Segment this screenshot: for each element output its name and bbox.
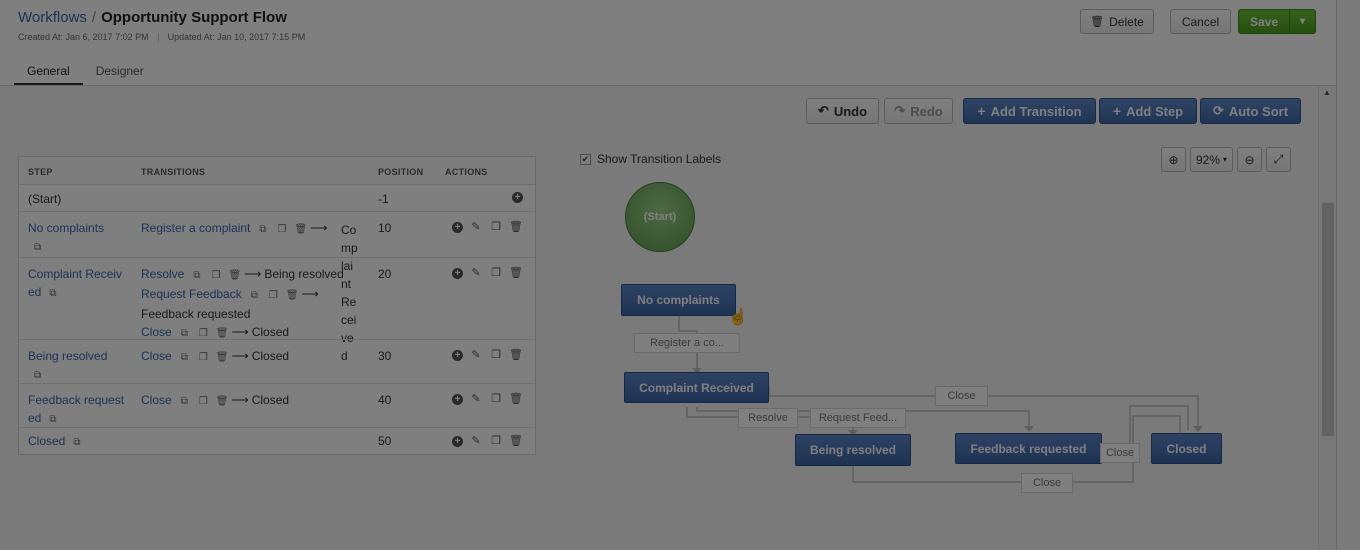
workflow-connectors (678, 316, 1203, 483)
save-label: Save (1249, 14, 1279, 29)
node-closed[interactable]: Closed (1151, 433, 1222, 464)
transition-label-close[interactable]: Close (1100, 443, 1140, 463)
content-area: ↶ Undo ↷ Redo + Add Transition + Add Step ⟳ A… (0, 86, 1336, 550)
trash-icon: 🗑 (1090, 16, 1105, 28)
breadcrumb-separator: / (91, 9, 97, 26)
scroll-thumb[interactable] (1322, 203, 1334, 436)
cancel-label: Cancel (1181, 14, 1220, 29)
scroll-up-icon[interactable]: ▲ (1323, 88, 1331, 97)
caret-down-icon: ▾ (1299, 16, 1306, 27)
tab-designer[interactable]: Designer (83, 60, 157, 85)
transition-label-register[interactable]: Register a co... (634, 333, 740, 353)
tab-bar: General Designer (14, 60, 157, 85)
cancel-button[interactable]: Cancel (1170, 9, 1231, 34)
breadcrumb-workflows[interactable]: Workflows (18, 9, 87, 26)
workflow-name: Opportunity Support Flow (101, 9, 287, 26)
workflow-editor: Workflows / Opportunity Support Flow Creat… (0, 0, 1360, 550)
window-edge (1336, 0, 1360, 550)
created-at: Created At: Jan 6, 2017 7:02 PM (18, 32, 149, 42)
hand-cursor-icon: ☝ (728, 309, 748, 326)
meta-divider (157, 33, 159, 43)
node-complaint-received[interactable]: Complaint Received (624, 372, 769, 403)
transition-label-close[interactable]: Close (1021, 473, 1073, 493)
start-node[interactable]: (Start) (625, 182, 695, 252)
tab-general[interactable]: General (14, 60, 83, 85)
save-button[interactable]: Save (1238, 9, 1290, 34)
vertical-scrollbar[interactable]: ▲ (1318, 86, 1336, 550)
workflow-meta: Created At: Jan 6, 2017 7:02 PM Updated A… (18, 32, 306, 43)
page-header: Workflows / Opportunity Support Flow Creat… (0, 0, 1336, 86)
delete-button[interactable]: 🗑 Delete (1080, 9, 1154, 34)
save-dropdown-button[interactable]: ▾ (1289, 9, 1316, 34)
node-feedback-requested[interactable]: Feedback requested (955, 433, 1102, 464)
delete-label: Delete (1109, 14, 1144, 29)
transition-label-resolve[interactable]: Resolve (738, 408, 798, 428)
transition-label-request-feedback[interactable]: Request Feed... (810, 408, 906, 428)
node-no-complaints[interactable]: No complaints (621, 284, 736, 316)
updated-at: Updated At: Jan 10, 2017 7:15 PM (167, 32, 306, 42)
transition-label-close[interactable]: Close (935, 386, 988, 406)
page-title: Workflows / Opportunity Support Flow (18, 9, 287, 26)
node-being-resolved[interactable]: Being resolved (795, 434, 911, 466)
